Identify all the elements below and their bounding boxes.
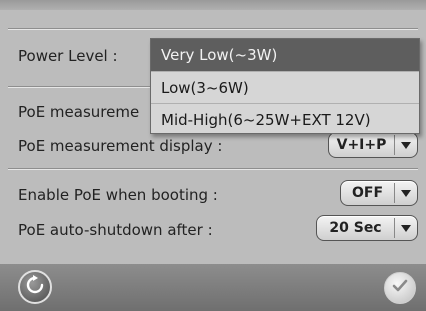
power-level-option-very-low[interactable]: Very Low(~3W) bbox=[151, 39, 419, 71]
checkmark-icon bbox=[390, 276, 410, 300]
top-bar bbox=[0, 0, 426, 10]
power-level-option-low[interactable]: Low(3~6W) bbox=[151, 71, 419, 103]
poe-measurement-display-select[interactable]: V+I+P bbox=[328, 132, 418, 158]
divider bbox=[8, 28, 418, 30]
poe-auto-shutdown-value: 20 Sec bbox=[329, 220, 382, 236]
chevron-down-icon bbox=[395, 224, 417, 232]
poe-auto-shutdown-select[interactable]: 20 Sec bbox=[316, 215, 418, 241]
power-level-option-mid-high[interactable]: Mid-High(6~25W+EXT 12V) bbox=[151, 103, 419, 135]
divider bbox=[8, 168, 418, 170]
enable-poe-booting-value: OFF bbox=[351, 185, 384, 201]
power-level-dropdown: Very Low(~3W) Low(3~6W) Mid-High(6~25W+E… bbox=[150, 38, 420, 134]
footer-bar bbox=[0, 264, 426, 311]
reset-button[interactable] bbox=[18, 270, 52, 304]
enable-poe-booting-select[interactable]: OFF bbox=[340, 180, 418, 206]
poe-measurement-display-value: V+I+P bbox=[336, 137, 387, 153]
enable-poe-booting-label: Enable PoE when booting : bbox=[18, 186, 218, 204]
power-level-label: Power Level : bbox=[18, 47, 118, 65]
poe-settings-panel: Power Level : PoE measureme PoE measurem… bbox=[0, 0, 426, 311]
chevron-down-icon bbox=[395, 189, 417, 197]
chevron-down-icon bbox=[395, 141, 417, 149]
reset-icon bbox=[25, 275, 45, 299]
confirm-button[interactable] bbox=[384, 272, 416, 304]
poe-measurement-label: PoE measureme bbox=[18, 103, 140, 121]
poe-auto-shutdown-label: PoE auto-shutdown after : bbox=[18, 221, 213, 239]
poe-measurement-display-label: PoE measurement display : bbox=[18, 137, 223, 155]
